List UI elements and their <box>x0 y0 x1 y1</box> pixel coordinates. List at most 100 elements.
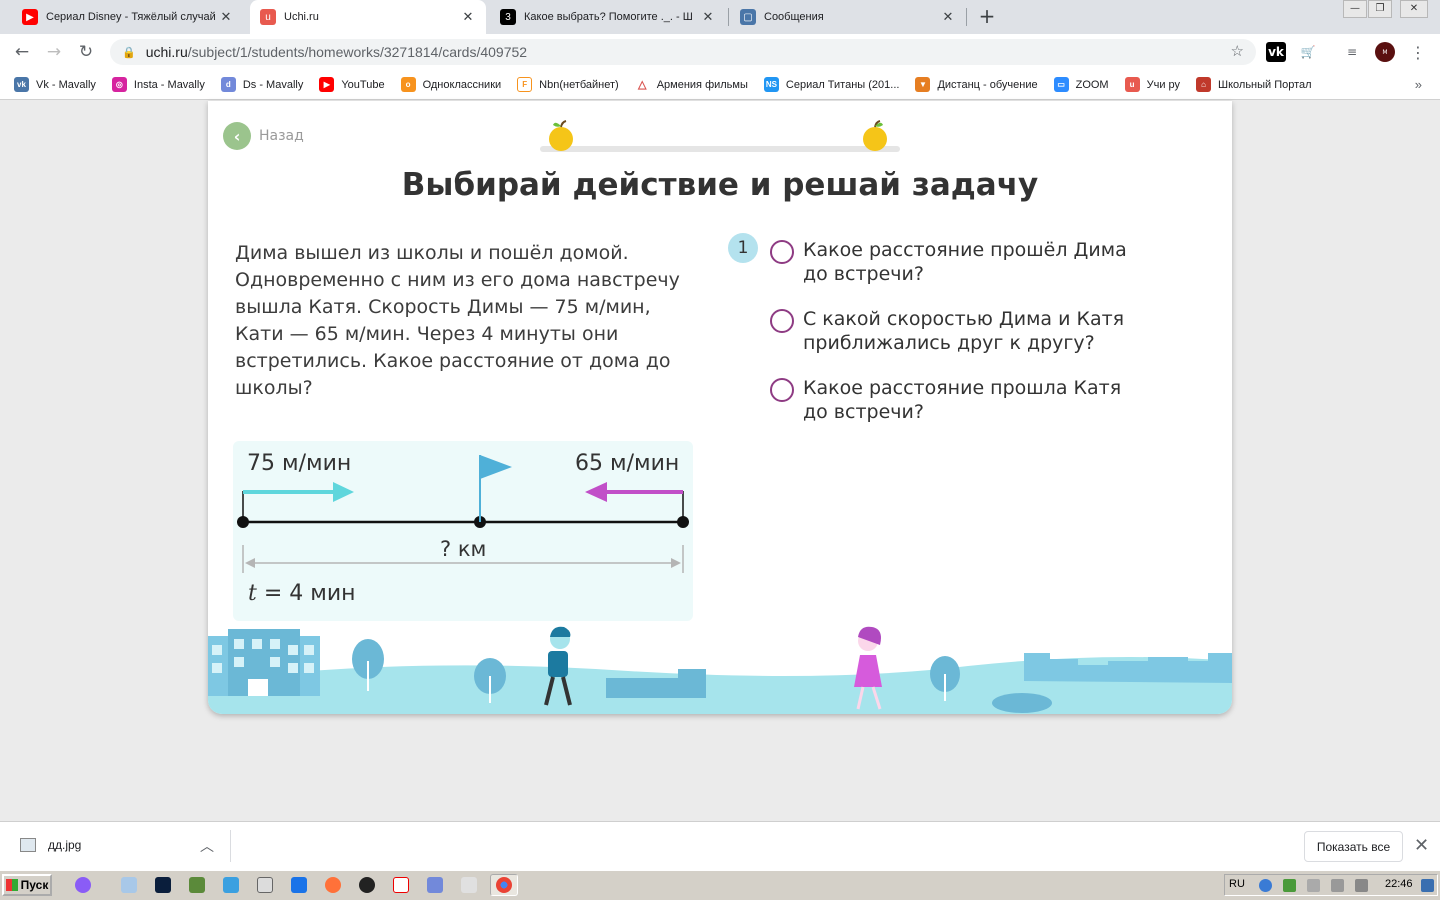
close-icon[interactable]: ✕ <box>940 9 956 25</box>
instagram-icon: ◎ <box>111 77 127 92</box>
speed-dima: 75 м/мин <box>247 451 352 476</box>
yandex-icon[interactable] <box>393 877 409 893</box>
bookmark-vk[interactable]: vk Vk - Mavally <box>14 77 96 92</box>
back-arrow-icon[interactable]: ← <box>10 40 34 64</box>
start-button[interactable]: Пуск <box>2 874 52 896</box>
restore-button[interactable]: ❐ <box>1368 0 1392 18</box>
language-indicator[interactable]: RU <box>1229 878 1245 890</box>
player-icon[interactable] <box>359 877 375 893</box>
radio-button[interactable] <box>770 309 794 333</box>
bookmark-titans[interactable]: NS Сериал Титаны (201... <box>763 77 900 92</box>
menu-kebab-icon[interactable]: ⋮ <box>1408 42 1428 62</box>
znanija-icon: 3 <box>500 9 516 25</box>
tab-title: Сообщения <box>764 11 824 23</box>
calculator-icon[interactable] <box>257 877 273 893</box>
lock-icon: 🔒 <box>122 46 136 59</box>
bookmark-uchi[interactable]: u Учи ру <box>1124 77 1181 92</box>
nbn-icon: F <box>517 77 533 92</box>
notepad-icon[interactable] <box>121 877 137 893</box>
bookmark-star-icon[interactable]: ☆ <box>1231 42 1244 60</box>
bookmark-nbn[interactable]: F Nbn(нетбайнет) <box>517 77 619 92</box>
new-tab-button[interactable]: + <box>976 5 998 27</box>
school-building <box>208 629 320 696</box>
clock: 22:46 <box>1385 878 1413 890</box>
more-bookmarks-icon[interactable]: » <box>1415 77 1422 92</box>
option-dima-distance[interactable]: Какое расстояние прошёл Дима до встречи? <box>770 238 1140 286</box>
option-katya-distance[interactable]: Какое расстояние прошла Катя до встречи? <box>770 376 1140 424</box>
vk-extension-icon[interactable]: vk <box>1266 42 1286 62</box>
tab-strip: ▶ Сериал Disney - Тяжёлый случай ( ✕ u U… <box>0 0 1440 34</box>
bookmark-label: Ds - Mavally <box>242 78 304 91</box>
discord-icon[interactable] <box>427 877 443 893</box>
back-button[interactable]: ‹ Назад <box>223 122 304 150</box>
browser-toolbar: ← → ↻ 🔒 uchi.ru/subject/1/students/homew… <box>0 34 1440 70</box>
tab-messages[interactable]: ▢ Сообщения ✕ <box>730 0 966 34</box>
page-title: Выбирай действие и решай задачу <box>401 167 1039 203</box>
tab-znanija[interactable]: 3 Какое выбрать? Помогите ._. - Ш ✕ <box>490 0 726 34</box>
option-approach-speed[interactable]: С какой скоростью Дима и Катя приближали… <box>770 307 1140 355</box>
url-host: uchi.ru <box>145 44 188 60</box>
tray-app-icon[interactable] <box>1283 879 1296 892</box>
alice-icon[interactable] <box>75 877 91 893</box>
reload-icon[interactable]: ↻ <box>74 40 98 64</box>
firefox-icon[interactable] <box>325 877 341 893</box>
tab-uchi[interactable]: u Uchi.ru ✕ <box>250 0 486 34</box>
close-icon[interactable]: ✕ <box>1414 835 1429 856</box>
apple-icon <box>549 120 573 151</box>
bookmark-insta[interactable]: ◎ Insta - Mavally <box>111 77 205 92</box>
bookmark-distant[interactable]: ▼ Дистанц - обучение <box>915 77 1038 92</box>
minimize-button[interactable]: — <box>1343 0 1367 18</box>
downloads-bar: дд.jpg ︿ Показать все ✕ <box>0 821 1440 870</box>
tab-separator <box>728 8 729 26</box>
radio-button[interactable] <box>770 378 794 402</box>
bookmark-ok[interactable]: o Одноклассники <box>400 77 502 92</box>
tab-title: Uchi.ru <box>284 11 319 23</box>
store-icon[interactable] <box>291 877 307 893</box>
volume-icon[interactable] <box>1355 879 1368 892</box>
avatar[interactable]: M <box>1375 42 1395 62</box>
network-icon[interactable] <box>1259 879 1272 892</box>
system-tray: RU 22:46 <box>1224 874 1438 896</box>
forward-arrow-icon[interactable]: → <box>42 40 66 64</box>
time-label: t = 4 мин <box>248 581 356 606</box>
armenia-icon: △ <box>634 77 650 92</box>
close-icon[interactable]: ✕ <box>218 9 234 25</box>
monitor-icon[interactable] <box>1331 879 1344 892</box>
bookmark-label: Сериал Титаны (201... <box>785 78 900 91</box>
taskbar: Пуск RU 22:46 <box>0 870 1440 900</box>
tab-title: Какое выбрать? Помогите ._. - Ш <box>524 11 693 23</box>
option-label: Какое расстояние прошёл Дима до встречи? <box>803 239 1127 285</box>
show-all-button[interactable]: Показать все <box>1304 831 1403 862</box>
uchi-icon: u <box>260 9 276 25</box>
bookmark-label: Учи ру <box>1146 78 1181 91</box>
distance-label: ? км <box>440 537 487 561</box>
flag-icon[interactable] <box>1307 879 1320 892</box>
bookmark-zoom[interactable]: ▭ ZOOM <box>1053 77 1109 92</box>
window-close-button[interactable]: ✕ <box>1400 0 1428 18</box>
app-icon[interactable] <box>223 877 239 893</box>
radio-button[interactable] <box>770 240 794 264</box>
photoshop-icon[interactable] <box>155 877 171 893</box>
bookmark-youtube[interactable]: ▶ YouTube <box>319 77 385 92</box>
bookmark-armenia[interactable]: △ Армения фильмы <box>634 77 748 92</box>
cart-extension-icon[interactable]: 🛒 <box>1298 42 1318 62</box>
address-bar[interactable]: 🔒 uchi.ru/subject/1/students/homeworks/3… <box>110 39 1256 65</box>
bookmark-discord[interactable]: d Ds - Mavally <box>220 77 304 92</box>
close-icon[interactable]: ✕ <box>460 9 476 25</box>
tab-disney[interactable]: ▶ Сериал Disney - Тяжёлый случай ( ✕ <box>12 0 244 34</box>
show-desktop-icon[interactable] <box>1421 879 1434 892</box>
bookmark-portal[interactable]: ⌂ Школьный Портал <box>1196 77 1312 92</box>
media-control-icon[interactable]: ≡ <box>1342 42 1362 62</box>
zoom-icon: ▭ <box>1053 77 1069 92</box>
close-icon[interactable]: ✕ <box>700 9 716 25</box>
bookmarks-bar: vk Vk - Mavally ◎ Insta - Mavally d Ds - Ma… <box>0 70 1440 100</box>
time-value: = 4 мин <box>256 581 356 606</box>
bookmark-label: YouTube <box>341 78 385 91</box>
bookmark-label: Одноклассники <box>422 78 502 91</box>
download-item[interactable]: дд.jpg <box>20 838 81 852</box>
bookmark-label: ZOOM <box>1075 78 1109 91</box>
minecraft-icon[interactable] <box>189 877 205 893</box>
download-filename: дд.jpg <box>48 838 82 852</box>
plane-icon[interactable] <box>461 877 477 893</box>
chevron-up-icon[interactable]: ︿ <box>200 836 214 856</box>
